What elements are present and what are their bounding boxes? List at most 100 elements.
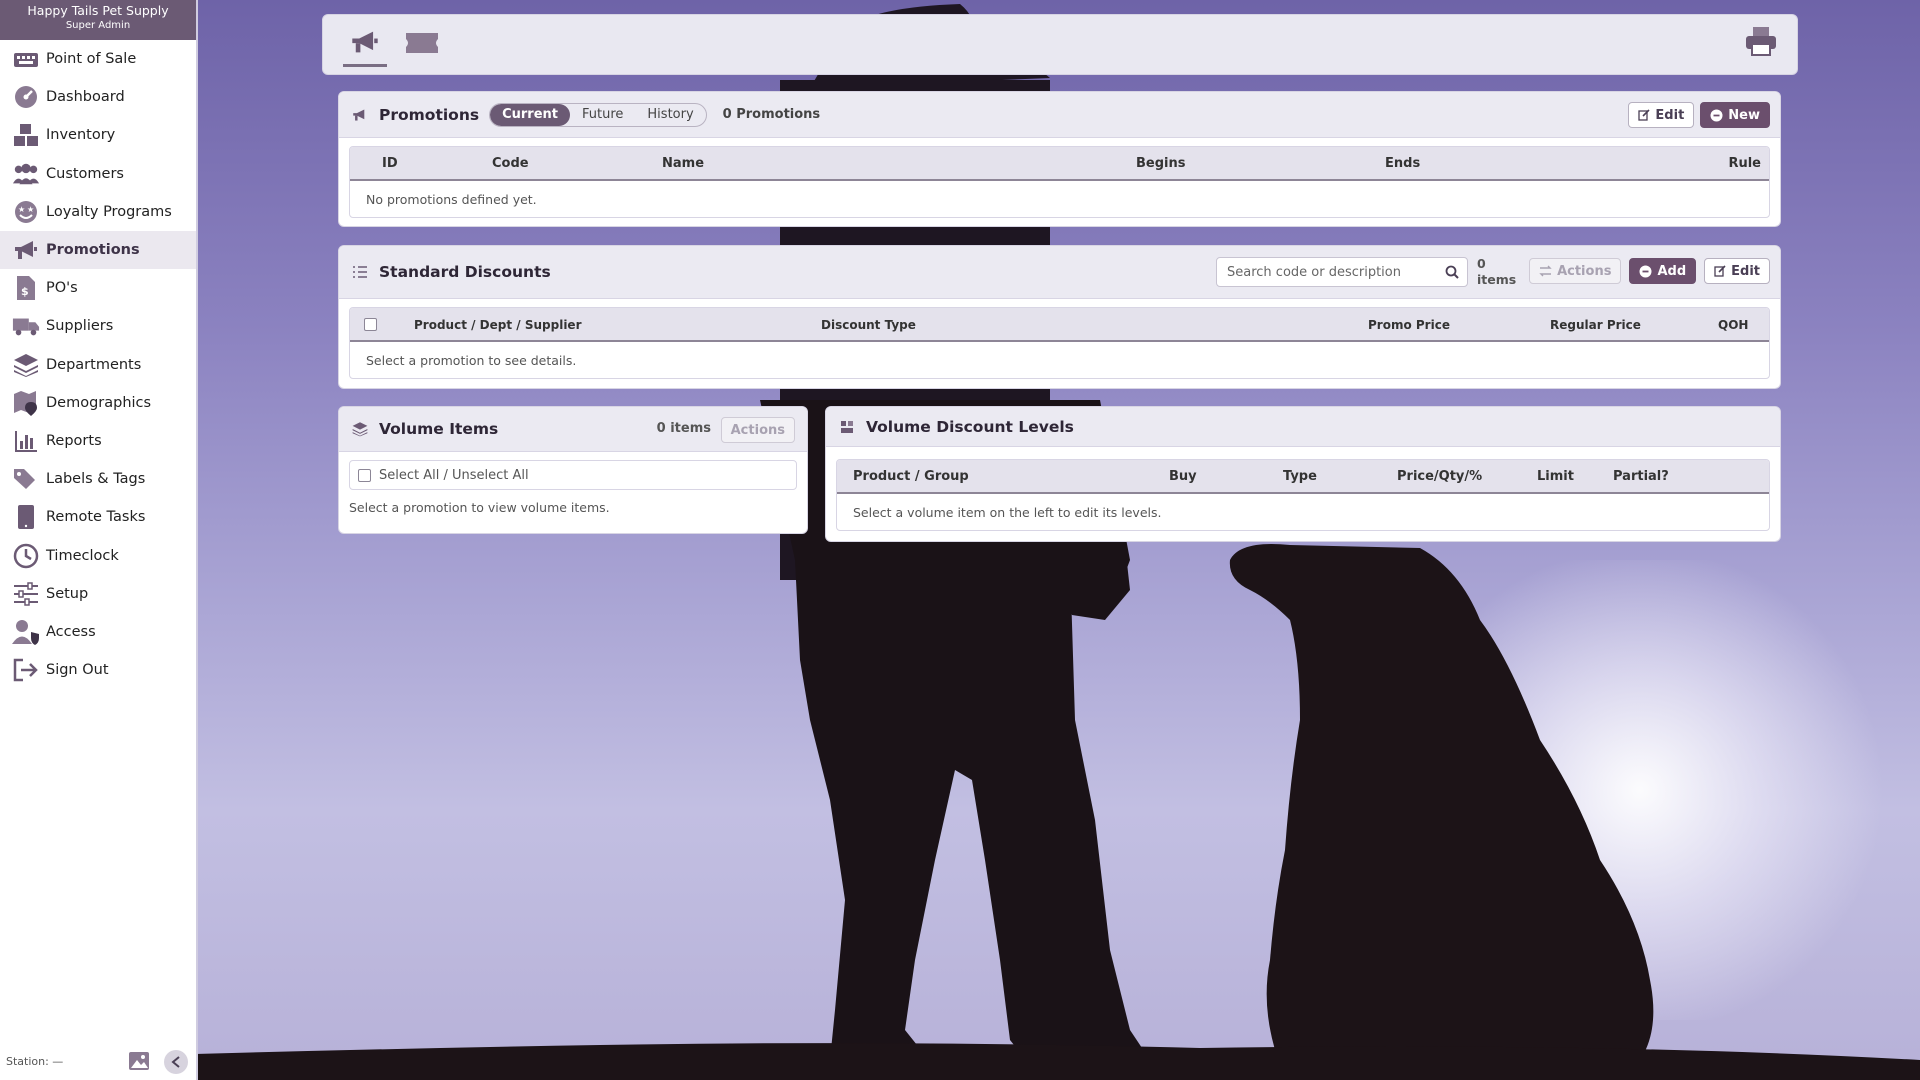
discount-actions-button[interactable]: Actions bbox=[1529, 258, 1622, 284]
tab-coupons[interactable] bbox=[400, 23, 444, 67]
col-ends[interactable]: Ends bbox=[1385, 156, 1420, 171]
tab-promotions[interactable] bbox=[343, 23, 387, 67]
sidebar-item-remote-tasks[interactable]: Remote Tasks bbox=[0, 498, 196, 536]
col-price-qty-pct[interactable]: Price/Qty/% bbox=[1397, 469, 1482, 484]
col-limit[interactable]: Limit bbox=[1537, 469, 1574, 484]
sidebar-item-label: Suppliers bbox=[46, 318, 114, 335]
swap-icon bbox=[1539, 265, 1552, 277]
volume-actions-button[interactable]: Actions bbox=[720, 417, 795, 443]
sidebar-item-access[interactable]: Access bbox=[0, 613, 196, 651]
sidebar-item-dashboard[interactable]: Dashboard bbox=[0, 78, 196, 116]
sidebar-item-promotions[interactable]: Promotions bbox=[0, 230, 196, 270]
sidebar: Happy Tails Pet Supply Super Admin Point… bbox=[0, 0, 198, 1080]
star-face-icon: ★ ★ bbox=[12, 199, 40, 225]
sidebar-item-label: Departments bbox=[46, 356, 142, 373]
col-buy[interactable]: Buy bbox=[1169, 469, 1197, 484]
sidebar-item-label: Dashboard bbox=[46, 89, 125, 106]
col-name[interactable]: Name bbox=[662, 156, 704, 171]
col-code[interactable]: Code bbox=[492, 156, 529, 171]
chevron-left-icon[interactable] bbox=[164, 1050, 188, 1074]
actions-label: Actions bbox=[1557, 263, 1612, 279]
promotion-filter-tabs: Current Future History bbox=[489, 102, 707, 127]
list-icon bbox=[351, 263, 369, 281]
sidebar-item-demographics[interactable]: Demographics bbox=[0, 384, 196, 422]
col-promo-price[interactable]: Promo Price bbox=[1368, 318, 1450, 332]
keyboard-icon bbox=[12, 46, 40, 72]
users-icon bbox=[12, 161, 40, 187]
store-name: Happy Tails Pet Supply bbox=[27, 3, 169, 18]
station-label: Station: — bbox=[6, 1054, 64, 1068]
select-all-row[interactable]: Select All / Unselect All bbox=[349, 460, 797, 490]
volume-items-header: Volume Items 0 items Actions bbox=[339, 407, 807, 452]
sidebar-item-departments[interactable]: Departments bbox=[0, 346, 196, 384]
plus-circle-icon bbox=[1710, 109, 1723, 122]
select-all-checkbox[interactable] bbox=[358, 468, 371, 482]
sidebar-item-label: Labels & Tags bbox=[46, 471, 146, 488]
sidebar-item-label: Point of Sale bbox=[46, 51, 137, 68]
promotions-panel: Promotions Current Future History 0 Prom… bbox=[338, 91, 1781, 227]
map-pin-icon bbox=[12, 390, 40, 416]
edit-promotion-button[interactable]: Edit bbox=[1628, 102, 1695, 128]
sidebar-item-suppliers[interactable]: Suppliers bbox=[0, 307, 196, 345]
tab-future[interactable]: Future bbox=[570, 104, 635, 126]
sign-out-icon bbox=[12, 657, 40, 683]
sidebar-item-label: Loyalty Programs bbox=[46, 203, 172, 220]
discount-count-number: 0 bbox=[1477, 256, 1486, 271]
tags-icon bbox=[12, 466, 40, 492]
volume-levels-title: Volume Discount Levels bbox=[866, 417, 1074, 436]
sidebar-item-label: Access bbox=[46, 623, 96, 640]
select-all-label: Select All / Unselect All bbox=[379, 467, 529, 483]
sidebar-item-loyalty-programs[interactable]: ★ ★ Loyalty Programs bbox=[0, 193, 196, 231]
edit-discount-button[interactable]: Edit bbox=[1704, 258, 1770, 284]
sidebar-item-label: Inventory bbox=[46, 127, 116, 144]
add-discount-button[interactable]: Add bbox=[1629, 258, 1697, 284]
col-begins[interactable]: Begins bbox=[1136, 156, 1185, 171]
col-rule[interactable]: Rule bbox=[1728, 156, 1761, 171]
sidebar-item-point-of-sale[interactable]: Point of Sale bbox=[0, 40, 196, 78]
print-button[interactable] bbox=[1743, 25, 1779, 61]
sidebar-item-sign-out[interactable]: Sign Out bbox=[0, 651, 196, 689]
sidebar-item-label: Customers bbox=[46, 165, 124, 182]
discount-count: 0 items bbox=[1477, 256, 1516, 288]
new-label: New bbox=[1728, 107, 1760, 123]
discount-count-unit: items bbox=[1477, 272, 1517, 287]
sliders-icon bbox=[12, 581, 40, 607]
col-id[interactable]: ID bbox=[382, 156, 398, 171]
gauge-icon bbox=[12, 84, 40, 110]
sidebar-item-pos[interactable]: $ PO's bbox=[0, 269, 196, 307]
sidebar-item-setup[interactable]: Setup bbox=[0, 575, 196, 613]
volume-items-title: Volume Items bbox=[379, 420, 499, 438]
discount-search[interactable] bbox=[1216, 257, 1468, 287]
tab-current[interactable]: Current bbox=[490, 103, 570, 126]
col-type[interactable]: Type bbox=[1283, 469, 1317, 484]
image-icon[interactable] bbox=[128, 1051, 150, 1071]
sidebar-item-label: Promotions bbox=[46, 242, 140, 259]
new-promotion-button[interactable]: New bbox=[1700, 102, 1770, 128]
discount-search-input[interactable] bbox=[1227, 264, 1437, 280]
ticket-icon bbox=[404, 31, 440, 59]
select-all-checkbox[interactable] bbox=[364, 318, 377, 334]
svg-text:$: $ bbox=[21, 285, 29, 298]
search-icon[interactable] bbox=[1445, 265, 1459, 283]
sidebar-item-inventory[interactable]: Inventory bbox=[0, 116, 196, 154]
edit-label: Edit bbox=[1731, 263, 1760, 279]
sidebar-item-labels-tags[interactable]: Labels & Tags bbox=[0, 460, 196, 498]
col-product-group[interactable]: Product / Group bbox=[853, 469, 969, 484]
promotions-table: ID Code Name Begins Ends Rule No promoti… bbox=[349, 146, 1770, 218]
megaphone-icon bbox=[351, 106, 369, 124]
discount-actions: Actions Add Edit bbox=[1529, 258, 1770, 284]
col-partial[interactable]: Partial? bbox=[1613, 469, 1669, 484]
col-product-dept-supplier[interactable]: Product / Dept / Supplier bbox=[414, 318, 582, 332]
truck-icon bbox=[12, 313, 40, 339]
tab-history[interactable]: History bbox=[635, 104, 705, 126]
levels-icon bbox=[838, 418, 856, 436]
col-qoh[interactable]: QOH bbox=[1718, 318, 1748, 332]
volume-levels-empty-message: Select a volume item on the left to edit… bbox=[853, 504, 1162, 520]
col-discount-type[interactable]: Discount Type bbox=[821, 318, 916, 332]
col-regular-price[interactable]: Regular Price bbox=[1550, 318, 1641, 332]
megaphone-icon bbox=[350, 28, 380, 60]
sidebar-item-customers[interactable]: Customers bbox=[0, 155, 196, 193]
standard-discounts-title: Standard Discounts bbox=[379, 263, 551, 281]
sidebar-item-timeclock[interactable]: Timeclock bbox=[0, 536, 196, 574]
sidebar-item-reports[interactable]: Reports bbox=[0, 422, 196, 460]
